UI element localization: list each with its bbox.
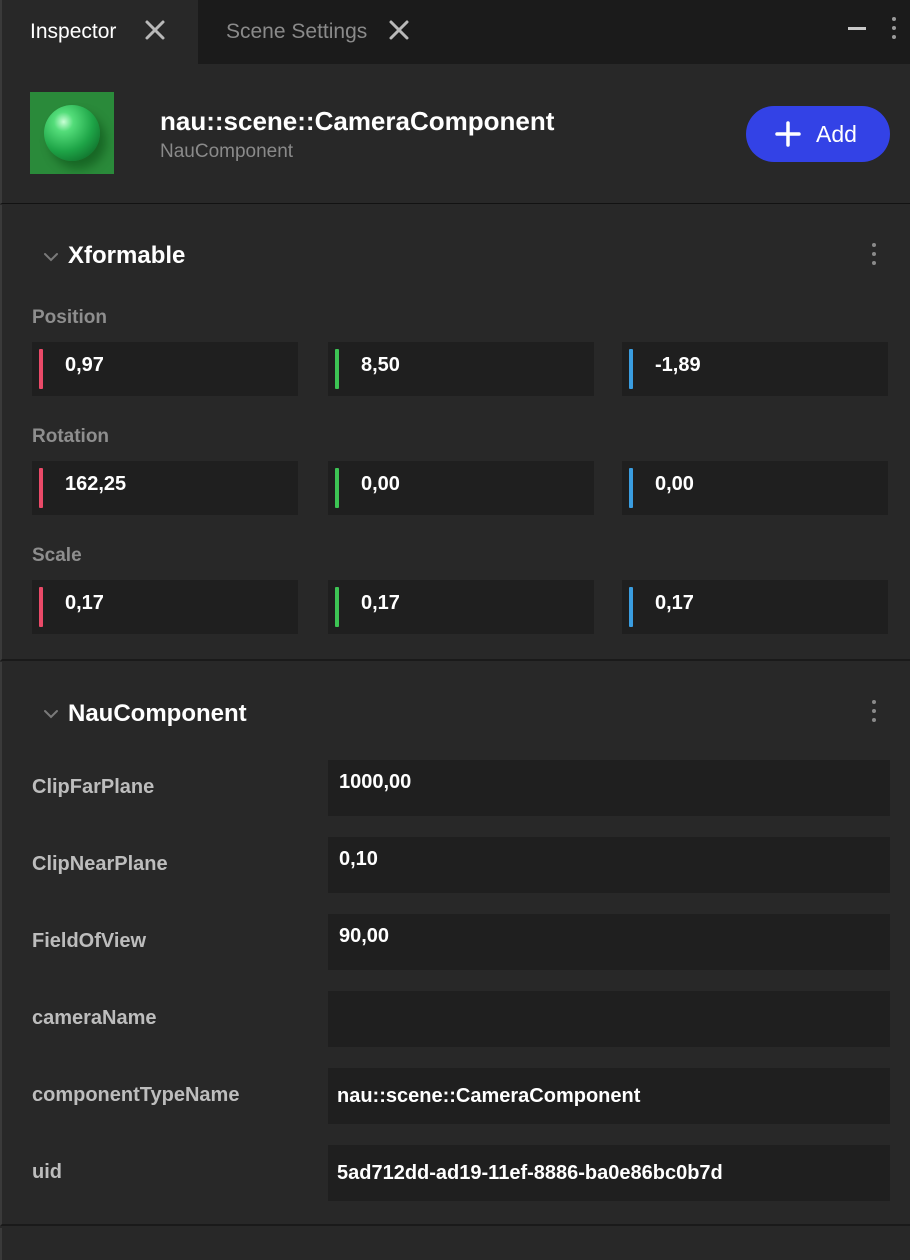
position-x-field[interactable]: 0,97 bbox=[32, 342, 298, 396]
component-type-name-field[interactable]: nau::scene::CameraComponent bbox=[328, 1068, 890, 1124]
position-z-value: -1,89 bbox=[655, 354, 701, 376]
nau-component-section: NauComponent ClipFarPlane 1000,00 ClipNe… bbox=[0, 662, 910, 1226]
clip-near-plane-label: ClipNearPlane bbox=[32, 853, 168, 875]
scale-y-field[interactable]: 0,17 bbox=[328, 580, 594, 634]
x-axis-bar bbox=[39, 468, 43, 508]
rotation-y-value: 0,00 bbox=[361, 473, 400, 495]
chevron-down-icon[interactable] bbox=[42, 248, 60, 266]
clip-far-plane-label: ClipFarPlane bbox=[32, 776, 155, 798]
position-z-field[interactable]: -1,89 bbox=[622, 342, 888, 396]
z-axis-bar bbox=[629, 468, 633, 508]
component-thumbnail bbox=[30, 92, 114, 174]
add-button-label: Add bbox=[816, 120, 857, 147]
uid-value: 5ad712dd-ad19-11ef-8886-ba0e86bc0b7d bbox=[337, 1162, 723, 1184]
rotation-label: Rotation bbox=[32, 426, 110, 447]
tab-inspector-label: Inspector bbox=[30, 20, 117, 43]
sphere-icon bbox=[44, 105, 100, 161]
scale-z-value: 0,17 bbox=[655, 592, 694, 614]
rotation-z-value: 0,00 bbox=[655, 473, 694, 495]
position-label: Position bbox=[32, 307, 107, 328]
scale-y-value: 0,17 bbox=[361, 592, 400, 614]
close-icon[interactable] bbox=[142, 17, 168, 43]
z-axis-bar bbox=[629, 587, 633, 627]
uid-field[interactable]: 5ad712dd-ad19-11ef-8886-ba0e86bc0b7d bbox=[328, 1145, 890, 1201]
tab-inspector[interactable]: Inspector bbox=[0, 0, 198, 64]
position-y-field[interactable]: 8,50 bbox=[328, 342, 594, 396]
close-icon[interactable] bbox=[386, 17, 412, 43]
uid-label: uid bbox=[32, 1161, 62, 1183]
tab-scene-settings[interactable]: Scene Settings bbox=[198, 0, 438, 64]
x-axis-bar bbox=[39, 587, 43, 627]
chevron-down-icon[interactable] bbox=[42, 705, 60, 723]
clip-near-plane-field[interactable]: 0,10 bbox=[328, 837, 890, 893]
plus-icon bbox=[775, 121, 801, 147]
xformable-section: Xformable Position 0,97 8,50 -1,89 Rotat… bbox=[0, 205, 910, 661]
component-header: nau::scene::CameraComponent NauComponent… bbox=[0, 64, 910, 204]
more-vertical-icon[interactable] bbox=[886, 14, 902, 42]
next-section bbox=[0, 1228, 910, 1260]
component-type-name-label: componentTypeName bbox=[32, 1084, 240, 1106]
more-vertical-icon[interactable] bbox=[866, 240, 882, 268]
rotation-z-field[interactable]: 0,00 bbox=[622, 461, 888, 515]
rotation-x-field[interactable]: 162,25 bbox=[32, 461, 298, 515]
x-axis-bar bbox=[39, 349, 43, 389]
z-axis-bar bbox=[629, 349, 633, 389]
y-axis-bar bbox=[335, 468, 339, 508]
position-y-value: 8,50 bbox=[361, 354, 400, 376]
rotation-y-field[interactable]: 0,00 bbox=[328, 461, 594, 515]
field-of-view-label: FieldOfView bbox=[32, 930, 147, 952]
position-x-value: 0,97 bbox=[65, 354, 104, 376]
scale-z-field[interactable]: 0,17 bbox=[622, 580, 888, 634]
scale-x-value: 0,17 bbox=[65, 592, 104, 614]
clip-near-plane-value: 0,10 bbox=[339, 848, 378, 870]
camera-name-field[interactable] bbox=[328, 991, 890, 1047]
component-type-name-value: nau::scene::CameraComponent bbox=[337, 1085, 641, 1107]
tab-bar: Inspector Scene Settings bbox=[0, 0, 910, 64]
scale-x-field[interactable]: 0,17 bbox=[32, 580, 298, 634]
add-component-button[interactable]: Add bbox=[746, 106, 890, 162]
minimize-icon[interactable] bbox=[844, 18, 870, 38]
field-of-view-field[interactable]: 90,00 bbox=[328, 914, 890, 970]
more-vertical-icon[interactable] bbox=[866, 697, 882, 725]
tab-scene-settings-label: Scene Settings bbox=[226, 20, 368, 43]
nau-component-title: NauComponent bbox=[68, 700, 247, 727]
xformable-title: Xformable bbox=[68, 242, 186, 269]
field-of-view-value: 90,00 bbox=[339, 925, 390, 947]
scale-label: Scale bbox=[32, 545, 82, 566]
camera-name-label: cameraName bbox=[32, 1007, 157, 1029]
component-title: nau::scene::CameraComponent bbox=[160, 106, 555, 136]
clip-far-plane-value: 1000,00 bbox=[339, 771, 412, 793]
component-subtitle: NauComponent bbox=[160, 141, 294, 162]
y-axis-bar bbox=[335, 349, 339, 389]
clip-far-plane-field[interactable]: 1000,00 bbox=[328, 760, 890, 816]
y-axis-bar bbox=[335, 587, 339, 627]
rotation-x-value: 162,25 bbox=[65, 473, 127, 495]
